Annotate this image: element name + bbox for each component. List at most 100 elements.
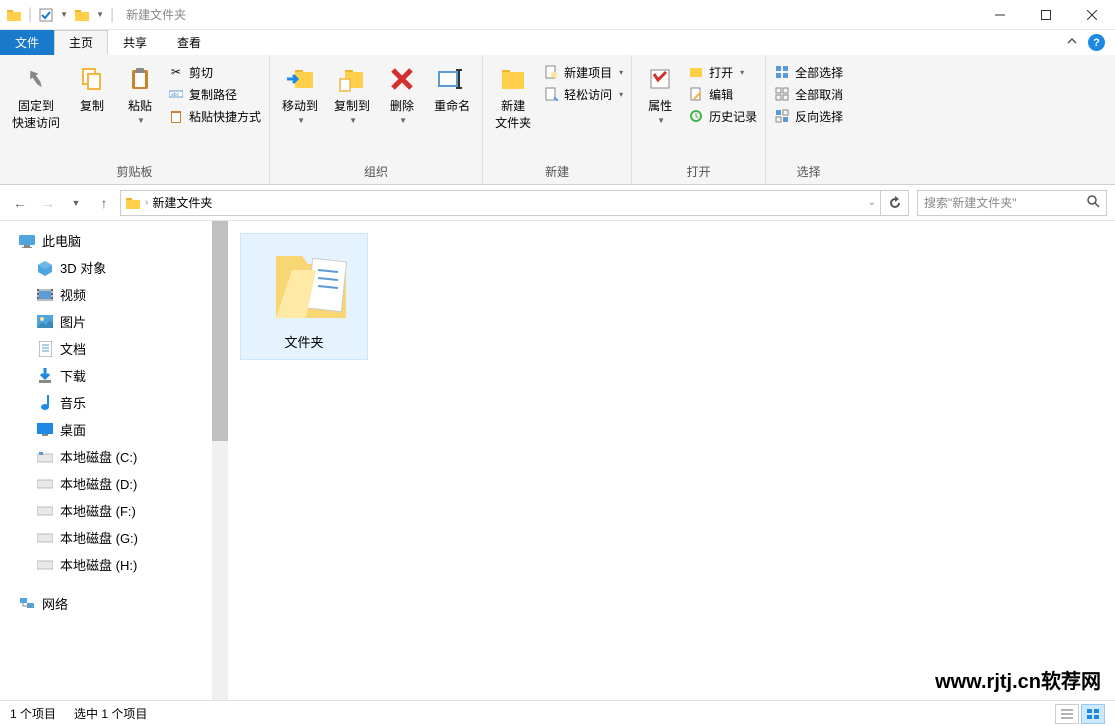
tree-drive-h[interactable]: 本地磁盘 (H:) bbox=[0, 551, 228, 578]
open-icon bbox=[688, 64, 704, 80]
edit-button[interactable]: 编辑 bbox=[684, 83, 761, 105]
pin-quick-access-button[interactable]: 固定到 快速访问 bbox=[4, 59, 68, 135]
icons-view-button[interactable] bbox=[1081, 704, 1105, 724]
tab-home[interactable]: 主页 bbox=[54, 30, 108, 55]
music-icon bbox=[36, 394, 54, 412]
status-selected: 选中 1 个项目 bbox=[74, 705, 147, 722]
window-title: 新建文件夹 bbox=[126, 6, 186, 23]
folder-item[interactable]: 文件夹 bbox=[240, 233, 368, 360]
copy-label: 复制 bbox=[80, 97, 104, 114]
paste-icon bbox=[124, 63, 156, 95]
history-icon bbox=[688, 108, 704, 124]
chevron-down-icon: ▼ bbox=[349, 116, 357, 125]
tree-this-pc[interactable]: 此电脑 bbox=[0, 227, 228, 254]
paste-shortcut-button[interactable]: 粘贴快捷方式 bbox=[164, 105, 265, 127]
collapse-ribbon-icon[interactable] bbox=[1066, 35, 1078, 50]
search-input[interactable]: 搜索"新建文件夹" bbox=[917, 190, 1107, 216]
sidebar-scrollbar[interactable] bbox=[212, 221, 228, 701]
maximize-button[interactable] bbox=[1023, 0, 1069, 30]
chevron-right-icon[interactable]: › bbox=[145, 197, 148, 208]
properties-icon bbox=[644, 63, 676, 95]
tree-drive-g[interactable]: 本地磁盘 (G:) bbox=[0, 524, 228, 551]
copy-path-button[interactable]: abc复制路径 bbox=[164, 83, 265, 105]
open-sub-button[interactable]: 打开▾ bbox=[684, 61, 761, 83]
move-to-button[interactable]: 移动到▼ bbox=[274, 59, 326, 129]
drive-icon bbox=[36, 475, 54, 493]
tree-videos[interactable]: 视频 bbox=[0, 281, 228, 308]
new-item-button[interactable]: 新建项目▾ bbox=[539, 61, 627, 83]
tree-documents[interactable]: 文档 bbox=[0, 335, 228, 362]
tree-downloads[interactable]: 下载 bbox=[0, 362, 228, 389]
file-list[interactable]: 文件夹 bbox=[228, 221, 1115, 701]
recent-dropdown[interactable]: ▼ bbox=[64, 191, 88, 215]
ribbon-group-clipboard: 固定到 快速访问 复制 粘贴 ▼ ✂剪切 abc复制路径 粘贴快捷方式 剪贴板 bbox=[0, 55, 270, 184]
select-all-icon bbox=[774, 64, 790, 80]
new-folder-button[interactable]: 新建 文件夹 bbox=[487, 59, 539, 135]
move-icon bbox=[284, 63, 316, 95]
easy-access-icon bbox=[543, 86, 559, 102]
details-view-button[interactable] bbox=[1055, 704, 1079, 724]
properties-button[interactable]: 属性▼ bbox=[636, 59, 684, 129]
ribbon-group-new: 新建 文件夹 新建项目▾ 轻松访问▾ 新建 bbox=[483, 55, 632, 184]
cube-icon bbox=[36, 259, 54, 277]
tree-drive-c[interactable]: 本地磁盘 (C:) bbox=[0, 443, 228, 470]
invert-icon bbox=[774, 108, 790, 124]
video-icon bbox=[36, 286, 54, 304]
window-controls bbox=[977, 0, 1115, 30]
copy-button[interactable]: 复制 bbox=[68, 59, 116, 118]
invert-selection-button[interactable]: 反向选择 bbox=[770, 105, 847, 127]
up-button[interactable]: ↑ bbox=[92, 191, 116, 215]
folder-label: 文件夹 bbox=[284, 332, 323, 351]
app-folder-icon bbox=[74, 7, 90, 23]
tree-music[interactable]: 音乐 bbox=[0, 389, 228, 416]
qa-dropdown-icon[interactable]: ▼ bbox=[60, 10, 68, 19]
chevron-down-icon: ▼ bbox=[137, 116, 145, 125]
rename-button[interactable]: 重命名 bbox=[426, 59, 478, 118]
select-all-button[interactable]: 全部选择 bbox=[770, 61, 847, 83]
shortcut-icon bbox=[168, 108, 184, 124]
tree-network[interactable]: 网络 bbox=[0, 590, 228, 617]
tree-drive-f[interactable]: 本地磁盘 (F:) bbox=[0, 497, 228, 524]
status-item-count: 1 个项目 bbox=[10, 705, 56, 722]
chevron-down-icon[interactable]: ⌄ bbox=[868, 197, 876, 208]
copy-to-button[interactable]: 复制到▼ bbox=[326, 59, 378, 129]
help-icon[interactable]: ? bbox=[1088, 34, 1105, 51]
search-placeholder: 搜索"新建文件夹" bbox=[924, 194, 1017, 211]
forward-button[interactable]: → bbox=[36, 191, 60, 215]
tree-pictures[interactable]: 图片 bbox=[0, 308, 228, 335]
close-button[interactable] bbox=[1069, 0, 1115, 30]
tree-3d-objects[interactable]: 3D 对象 bbox=[0, 254, 228, 281]
refresh-button[interactable] bbox=[881, 190, 909, 216]
pc-icon bbox=[18, 232, 36, 250]
svg-text:abc: abc bbox=[171, 92, 180, 98]
minimize-button[interactable] bbox=[977, 0, 1023, 30]
tab-file[interactable]: 文件 bbox=[0, 30, 54, 55]
desktop-icon bbox=[36, 421, 54, 439]
back-button[interactable]: ← bbox=[8, 191, 32, 215]
history-button[interactable]: 历史记录 bbox=[684, 105, 761, 127]
navigation-pane[interactable]: 此电脑 3D 对象 视频 图片 文档 下载 音乐 桌面 本地磁盘 (C:) 本地… bbox=[0, 221, 228, 701]
select-none-button[interactable]: 全部取消 bbox=[770, 83, 847, 105]
drive-icon bbox=[36, 448, 54, 466]
download-icon bbox=[36, 367, 54, 385]
watermark: www.rjtj.cn软荐网 bbox=[935, 665, 1101, 694]
tab-share[interactable]: 共享 bbox=[108, 30, 162, 55]
ribbon-group-organize: 移动到▼ 复制到▼ 删除▼ 重命名 组织 bbox=[270, 55, 483, 184]
breadcrumb-item[interactable]: 新建文件夹 bbox=[152, 194, 212, 211]
qa-dropdown-icon[interactable]: ▼ bbox=[96, 10, 104, 19]
tab-view[interactable]: 查看 bbox=[162, 30, 216, 55]
chevron-down-icon: ▾ bbox=[619, 90, 623, 99]
scrollbar-thumb[interactable] bbox=[212, 221, 228, 441]
paste-button[interactable]: 粘贴 ▼ bbox=[116, 59, 164, 129]
chevron-down-icon: ▼ bbox=[399, 116, 407, 125]
delete-button[interactable]: 删除▼ bbox=[378, 59, 426, 129]
separator: | bbox=[110, 6, 114, 24]
pin-label: 固定到 快速访问 bbox=[12, 97, 60, 131]
breadcrumb[interactable]: › 新建文件夹 ⌄ bbox=[120, 190, 881, 216]
tree-desktop[interactable]: 桌面 bbox=[0, 416, 228, 443]
easy-access-button[interactable]: 轻松访问▾ bbox=[539, 83, 627, 105]
tree-drive-d[interactable]: 本地磁盘 (D:) bbox=[0, 470, 228, 497]
drive-icon bbox=[36, 529, 54, 547]
cut-button[interactable]: ✂剪切 bbox=[164, 61, 265, 83]
checkbox-icon[interactable] bbox=[38, 7, 54, 23]
